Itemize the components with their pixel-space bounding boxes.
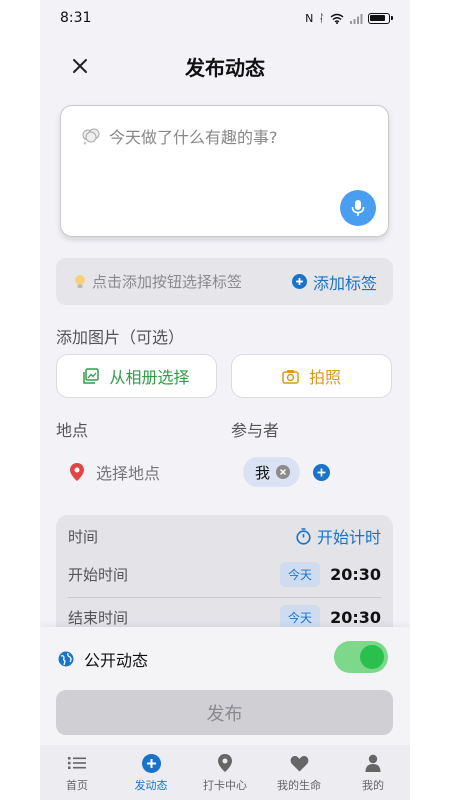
end-clock: 20:30 — [330, 608, 381, 627]
publish-button[interactable]: 发布 — [56, 690, 393, 735]
tab-post[interactable]: 发动态 — [114, 753, 188, 793]
status-bar: 8:31 N ᛛ — [40, 0, 410, 36]
participants-section-label: 参与者 — [231, 421, 280, 440]
plus-icon — [317, 468, 326, 477]
toggle-knob — [360, 645, 384, 669]
lightbulb-icon — [75, 274, 85, 288]
tab-my-life-label: 我的生命 — [277, 779, 321, 792]
wifi-icon — [330, 13, 344, 24]
tag-hint: 点击添加按钮选择标签 — [74, 271, 242, 292]
participant-chip[interactable]: 我 — [243, 457, 301, 487]
album-select-button[interactable]: 从相册选择 — [56, 354, 217, 398]
close-button[interactable] — [68, 54, 92, 78]
page-title: 发布动态 — [185, 55, 265, 80]
end-time-label: 结束时间 — [68, 609, 129, 627]
heart-icon — [290, 755, 308, 771]
add-tag-label: 添加标签 — [312, 273, 377, 293]
time-header-row: 时间 开始计时 — [68, 524, 381, 548]
start-time-value: 今天 20:30 — [280, 562, 381, 587]
add-participant-button[interactable] — [313, 464, 330, 481]
public-label: 公开动态 — [84, 651, 149, 670]
gallery-icon — [83, 368, 100, 384]
start-timer-button[interactable]: 开始计时 — [296, 524, 381, 548]
tab-post-label: 发动态 — [134, 779, 168, 792]
status-icons: N ᛛ — [305, 11, 393, 25]
voice-input-button[interactable] — [340, 190, 376, 226]
location-selector[interactable]: 选择地点 — [70, 460, 160, 484]
microphone-icon — [351, 200, 365, 216]
tab-bar: 首页 发动态 打卡中心 我的生命 我的 — [40, 745, 410, 800]
signal-icon — [350, 13, 363, 24]
header: 发布动态 — [40, 40, 410, 92]
thought-bubble-icon — [82, 128, 100, 145]
tab-me[interactable]: 我的 — [336, 753, 410, 793]
start-timer-label: 开始计时 — [316, 528, 381, 547]
take-photo-label: 拍照 — [308, 368, 341, 387]
status-time: 8:31 — [60, 10, 92, 26]
nfc-icon: N — [305, 11, 314, 25]
take-photo-button[interactable]: 拍照 — [231, 354, 392, 398]
divider — [68, 597, 381, 598]
location-section-label: 地点 — [56, 421, 89, 440]
tag-bar: 点击添加按钮选择标签 添加标签 — [56, 258, 393, 305]
start-time-row[interactable]: 开始时间 今天 20:30 — [68, 562, 381, 587]
post-placeholder-text: 今天做了什么有趣的事? — [109, 128, 278, 147]
start-day-badge: 今天 — [280, 562, 321, 587]
remove-participant-icon[interactable] — [276, 465, 291, 479]
globe-icon — [58, 651, 74, 667]
app-screen: 8:31 N ᛛ 发布动态 今天做了什么有趣的事? 点击添加按钮选择标签 添加标… — [40, 0, 410, 800]
close-icon — [73, 59, 87, 73]
tab-home-label: 首页 — [66, 779, 88, 792]
tab-my-life[interactable]: 我的生命 — [262, 753, 336, 793]
public-row: 公开动态 — [58, 647, 148, 671]
album-select-label: 从相册选择 — [109, 368, 190, 387]
bluetooth-icon: ᛛ — [318, 11, 325, 25]
tab-me-label: 我的 — [362, 779, 384, 792]
add-tag-button[interactable]: 添加标签 — [291, 270, 377, 294]
start-time-label: 开始时间 — [68, 566, 129, 584]
tab-checkin-label: 打卡中心 — [203, 779, 247, 792]
list-icon — [68, 757, 86, 769]
person-icon — [365, 754, 381, 772]
tag-hint-text: 点击添加按钮选择标签 — [92, 273, 243, 291]
publish-panel: 公开动态 发布 — [40, 627, 410, 745]
battery-icon — [368, 12, 393, 24]
post-content-input[interactable]: 今天做了什么有趣的事? — [60, 105, 389, 237]
stopwatch-icon — [296, 527, 311, 545]
start-clock: 20:30 — [330, 565, 381, 584]
tab-checkin[interactable]: 打卡中心 — [188, 753, 262, 793]
public-toggle[interactable] — [334, 641, 388, 673]
time-card: 时间 开始计时 开始时间 今天 20:30 结束时间 今天 20:30 — [56, 515, 393, 645]
time-section-label: 时间 — [68, 527, 99, 546]
tab-home[interactable]: 首页 — [40, 753, 114, 793]
plus-circle-icon — [291, 274, 307, 289]
camera-icon — [282, 369, 299, 384]
plus-circle-icon — [141, 753, 161, 773]
location-pin-icon — [70, 463, 84, 481]
location-placeholder: 选择地点 — [96, 464, 161, 483]
location-pin-icon — [218, 754, 232, 772]
participant-name: 我 — [255, 463, 271, 482]
photos-section-label: 添加图片（可选） — [56, 328, 185, 347]
post-placeholder: 今天做了什么有趣的事? — [81, 124, 278, 148]
